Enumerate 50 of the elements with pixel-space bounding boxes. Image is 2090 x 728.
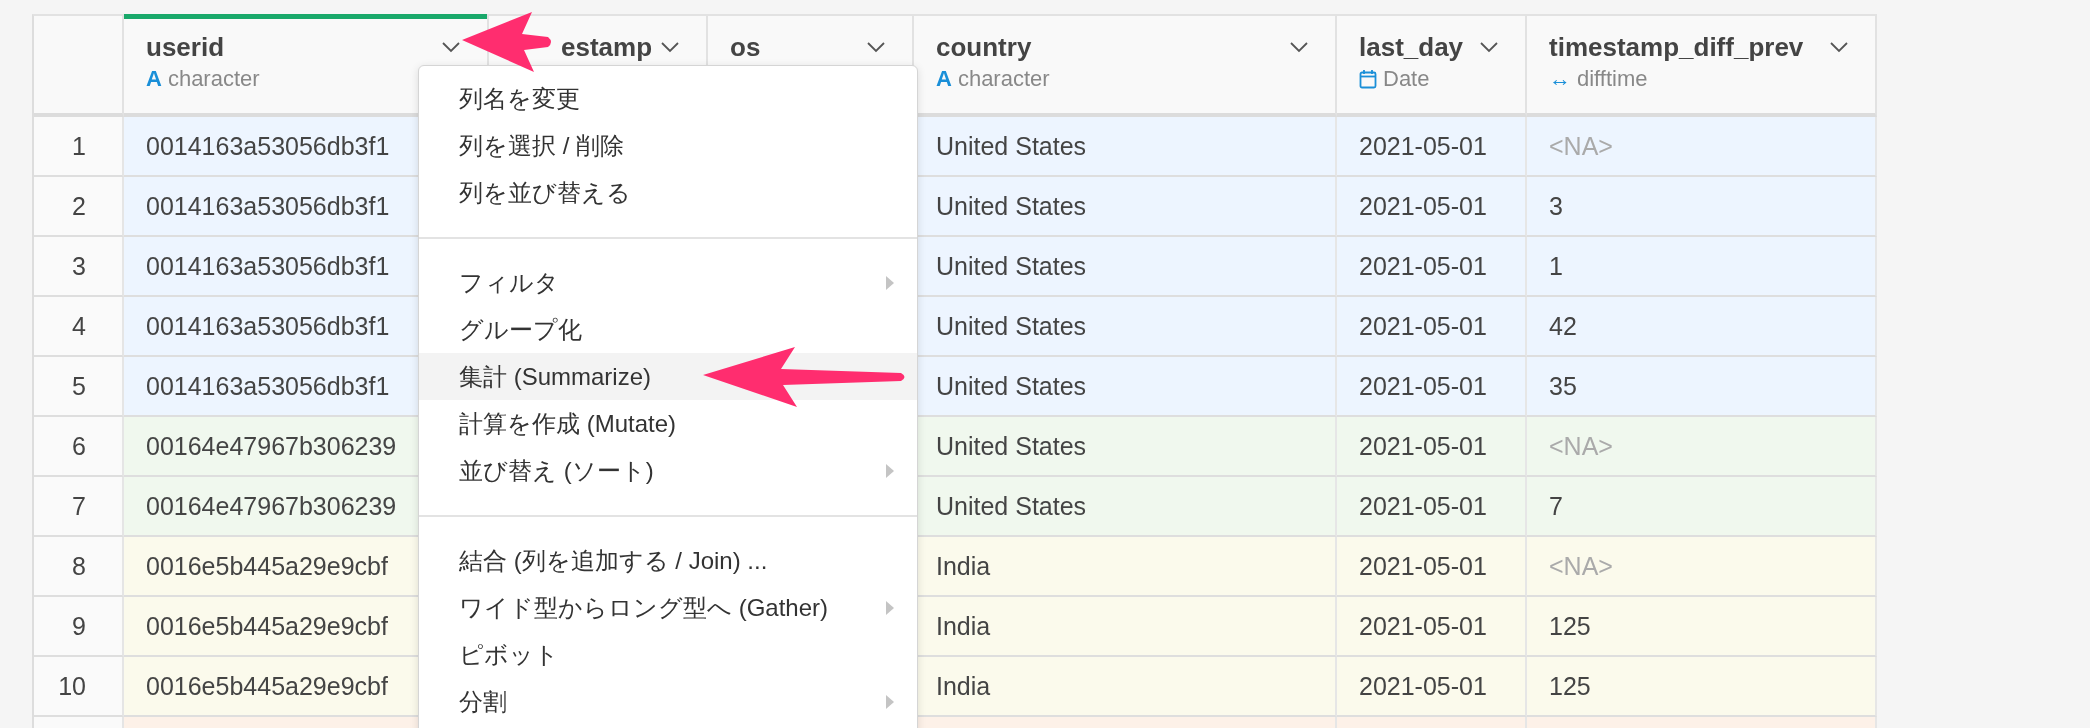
chevron-down-icon[interactable] <box>1829 41 1849 53</box>
table-cell: 2021-05-01 <box>1337 237 1527 297</box>
chevron-down-icon[interactable] <box>1289 41 1309 53</box>
row-number: 7 <box>34 477 124 537</box>
table-cell: 125 <box>1527 597 1877 657</box>
table-cell: 2021-05-01 <box>1337 417 1527 477</box>
table-cell: 2021-05-01 <box>1337 177 1527 237</box>
chevron-down-icon[interactable] <box>441 41 461 53</box>
table-cell: 3 <box>1527 177 1877 237</box>
row-number: 8 <box>34 537 124 597</box>
double-arrow-icon: ↔ <box>1549 66 1571 92</box>
table-cell: 35 <box>1527 357 1877 417</box>
table-cell: 2021-05-01 <box>1337 117 1527 177</box>
column-type: difftime <box>1577 66 1648 92</box>
chevron-down-icon[interactable] <box>660 41 680 53</box>
column-name[interactable]: country <box>936 31 1032 63</box>
table-cell: 2021-05-01 <box>1337 597 1527 657</box>
row-number: 2 <box>34 177 124 237</box>
table-cell: 2021-05-01 <box>1337 297 1527 357</box>
table-cell: 1 <box>1527 237 1877 297</box>
column-name[interactable]: timestamp_diff_prev <box>1549 31 1804 63</box>
column-name[interactable]: last_day <box>1359 31 1464 63</box>
chevron-down-icon[interactable] <box>866 41 886 53</box>
table-cell: <NA> <box>1527 417 1877 477</box>
column-name[interactable]: os <box>730 31 761 63</box>
row-number: 3 <box>34 237 124 297</box>
table-cell: 2021-05-01 <box>1337 657 1527 717</box>
table-cell: <NA> <box>1527 117 1877 177</box>
table-cell: 125 <box>1527 657 1877 717</box>
row-number: 4 <box>34 297 124 357</box>
column-name[interactable]: userid <box>146 31 225 63</box>
character-type-icon: A <box>936 66 952 92</box>
row-number: 5 <box>34 357 124 417</box>
row-number: 1 <box>34 117 124 177</box>
chevron-down-icon[interactable] <box>1479 41 1499 53</box>
table-cell: 7 <box>1527 477 1877 537</box>
table-cell: 2021-05-01 <box>1337 537 1527 597</box>
column-type: character <box>957 66 1050 92</box>
character-type-icon: A <box>146 66 162 92</box>
row-number: 10 <box>34 657 124 717</box>
row-number: 9 <box>34 597 124 657</box>
table-cell: <NA> <box>1527 537 1877 597</box>
table-cell: 2021-05-01 <box>1337 477 1527 537</box>
column-type: Date <box>1383 66 1430 92</box>
row-number: 6 <box>34 417 124 477</box>
calendar-icon <box>1359 69 1377 89</box>
table-cell: 2021-05-01 <box>1337 357 1527 417</box>
column-name[interactable]: estamp <box>561 31 653 63</box>
table-cell: 42 <box>1527 297 1877 357</box>
column-type: character <box>167 66 260 92</box>
